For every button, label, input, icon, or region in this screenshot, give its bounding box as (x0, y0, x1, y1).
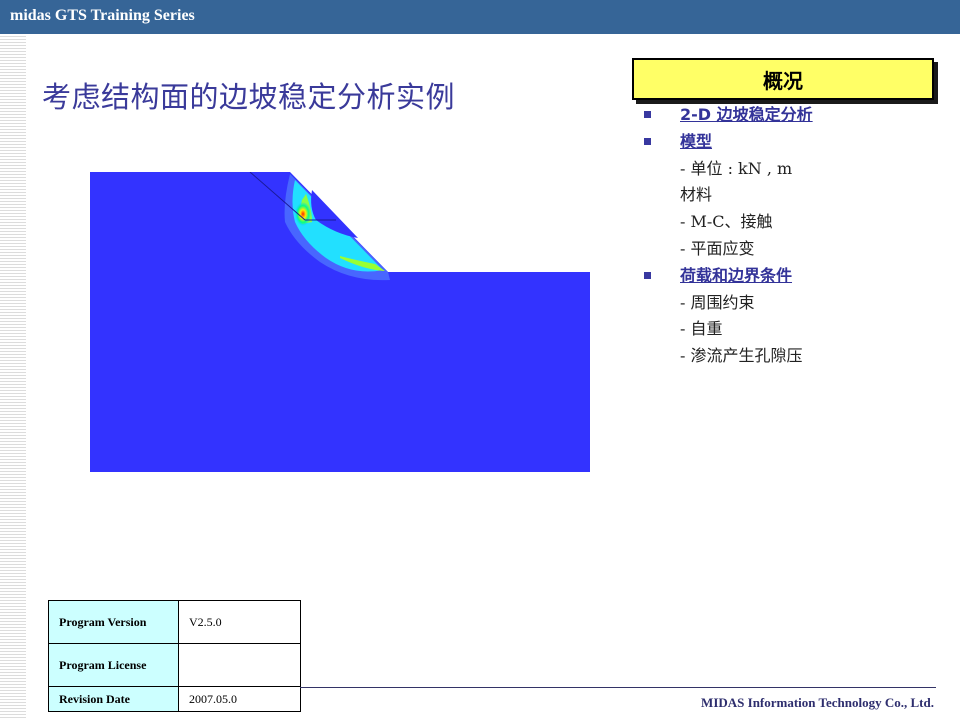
overview-header: 概况 (632, 58, 934, 100)
outline-heading-item: 2-D 边坡稳定分析 (644, 102, 944, 129)
program-info-table: Program Version V2.5.0 Program License R… (48, 600, 301, 712)
value-cell: 2007.05.0 (178, 686, 301, 712)
outline-sub-text: 材料 (680, 185, 713, 205)
decorative-stripes (0, 34, 26, 720)
footer-divider (300, 687, 936, 688)
outline-sub-item: - 自重 (644, 316, 944, 343)
overview-title: 概况 (763, 68, 803, 93)
value-cell (178, 643, 301, 687)
outline-sub-item: - 单位 : kN , m (644, 156, 944, 183)
outline-sub-item: - 平面应变 (644, 236, 944, 263)
slope-stability-contour (90, 172, 590, 472)
overview-list: 2-D 边坡稳定分析 模型 - 单位 : kN , m 材料 - M-C、接触 - 平面应… (644, 102, 944, 370)
outline-sub-text: - M-C、接触 (680, 212, 773, 232)
outline-sub-item: - 周围约束 (644, 290, 944, 317)
label-cell: Program License (48, 643, 179, 687)
outline-heading-text[interactable]: 2-D 边坡稳定分析 (680, 102, 813, 129)
slope-mesh (90, 172, 590, 472)
square-bullet-icon (644, 137, 651, 145)
outline-sub-text: - 周围约束 (680, 292, 755, 312)
outline-heading-text[interactable]: 模型 (680, 129, 712, 156)
page-title: 考虑结构面的边坡稳定分析实例 (42, 80, 456, 114)
square-bullet-icon (644, 111, 651, 118)
outline-heading-item: 荷载和边界条件 (644, 263, 944, 290)
outline-sub-text: - 自重 (680, 319, 723, 339)
label-cell: Program Version (48, 600, 179, 644)
outline-sub-text: - 平面应变 (680, 238, 755, 258)
table-row: Program License (48, 643, 301, 687)
company-name: MIDAS Information Technology Co., Ltd. (701, 695, 934, 710)
table-row: Revision Date 2007.05.0 (48, 686, 301, 712)
table-row: Program Version V2.5.0 (48, 600, 301, 644)
square-bullet-icon (644, 271, 651, 279)
value-cell: V2.5.0 (178, 600, 301, 644)
outline-sub-item: 材料 (644, 182, 944, 209)
outline-sub-item: - 渗流产生孔隙压 (644, 343, 944, 370)
outline-heading-item: 模型 (644, 129, 944, 156)
outline-heading-text[interactable]: 荷载和边界条件 (680, 263, 792, 290)
outline-sub-text: - 渗流产生孔隙压 (680, 346, 803, 366)
label-cell: Revision Date (48, 686, 179, 712)
header-bar: midas GTS Training Series (0, 0, 960, 34)
outline-sub-text: - 单位 : kN , m (680, 158, 793, 178)
outline-sub-item: - M-C、接触 (644, 209, 944, 236)
series-title: midas GTS Training Series (10, 7, 195, 24)
